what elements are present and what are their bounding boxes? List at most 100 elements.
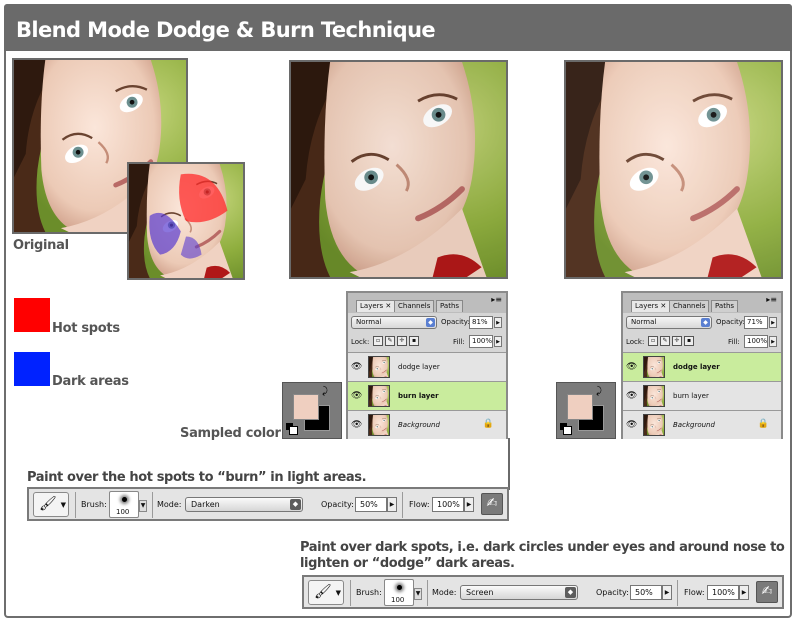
tab-layers[interactable]: Layers ✕ — [356, 300, 396, 312]
dark-areas-label: Dark areas — [52, 374, 129, 389]
burn-instruction: Paint over the hot spots to “burn” in li… — [27, 470, 367, 485]
lock-image-icon[interactable]: ✎ — [385, 336, 395, 346]
lock-position-icon[interactable]: ✛ — [397, 336, 407, 346]
page-title: Blend Mode Dodge & Burn Technique — [16, 18, 436, 42]
opacity-slider-toggle[interactable]: ▶ — [662, 585, 672, 600]
eye-icon[interactable]: 👁 — [351, 362, 363, 372]
opacity-field[interactable]: 50% — [630, 585, 662, 600]
layer-row-burn[interactable]: 👁 burn layer — [348, 381, 506, 410]
divider — [677, 580, 678, 606]
tab-layers[interactable]: Layers ✕ — [631, 300, 671, 312]
fill-label: Fill: — [728, 338, 740, 346]
flow-slider-toggle[interactable]: ▶ — [464, 497, 474, 512]
fill-field[interactable]: 100% — [469, 335, 493, 348]
panel-menu-icon[interactable]: ▸≡ — [491, 295, 502, 304]
mode-select[interactable]: Screen ◆ — [460, 585, 578, 600]
brush-size: 100 — [116, 508, 130, 516]
layer-name: burn layer — [673, 392, 709, 400]
fill-slider-toggle[interactable]: ▶ — [494, 336, 502, 347]
airbrush-icon[interactable]: ✍ — [756, 581, 778, 603]
default-colors-icon[interactable] — [560, 423, 572, 435]
dodge-result-photo — [564, 60, 783, 279]
foreground-color-swatch[interactable] — [567, 394, 593, 420]
layer-thumbnail — [643, 385, 665, 407]
lock-image-icon[interactable]: ✎ — [660, 336, 670, 346]
mode-select[interactable]: Darken ◆ — [185, 497, 303, 512]
swap-colors-icon[interactable]: ⤸ — [322, 386, 328, 397]
tab-paths[interactable]: Paths — [711, 300, 739, 312]
tab-channels[interactable]: Channels — [394, 300, 435, 312]
opacity-slider-toggle[interactable]: ▶ — [494, 317, 502, 328]
burn-result-photo — [289, 60, 508, 279]
swap-colors-icon[interactable]: ⤸ — [596, 386, 602, 397]
lock-transparency-icon[interactable]: ▫ — [373, 336, 383, 346]
flow-field[interactable]: 100% — [707, 585, 739, 600]
layer-row-dodge[interactable]: 👁 dodge layer — [348, 352, 506, 381]
brush-picker[interactable]: 100 ▼ — [384, 579, 422, 606]
opacity-field[interactable]: 71% — [744, 316, 768, 329]
lock-position-icon[interactable]: ✛ — [672, 336, 682, 346]
eye-icon[interactable]: 👁 — [626, 420, 638, 430]
divider — [402, 492, 403, 518]
blend-mode-select[interactable]: Normal ◆ — [351, 316, 437, 329]
brush-tip-icon — [122, 497, 127, 502]
lock-transparency-icon[interactable]: ▫ — [648, 336, 658, 346]
opacity-label: Opacity: — [596, 588, 629, 597]
eye-icon[interactable]: 👁 — [626, 391, 638, 401]
panel-tabs: Layers ✕ Channels Paths ▸≡ — [623, 293, 781, 313]
layer-name: Background — [398, 421, 440, 429]
brush-label: Brush: — [356, 588, 382, 597]
opacity-field[interactable]: 50% — [355, 497, 387, 512]
panel-menu-icon[interactable]: ▸≡ — [766, 295, 777, 304]
eye-icon[interactable]: 👁 — [351, 420, 363, 430]
mode-label: Mode: — [432, 588, 457, 597]
chevron-down-icon: ◆ — [290, 499, 301, 510]
blend-mode-select[interactable]: Normal ◆ — [626, 316, 712, 329]
fill-field[interactable]: 100% — [744, 335, 768, 348]
caption-sampled-color: Sampled color — [180, 426, 281, 441]
dodge-instruction-line-2: lighten or “dodge” dark areas. — [300, 556, 515, 571]
layer-row-background[interactable]: 👁 Background 🔒 — [623, 410, 781, 439]
flow-slider-toggle[interactable]: ▶ — [739, 585, 749, 600]
layer-row-background[interactable]: 👁 Background 🔒 — [348, 410, 506, 439]
airbrush-icon[interactable]: ✍ — [481, 493, 503, 515]
eye-icon[interactable]: 👁 — [626, 362, 638, 372]
opacity-slider-toggle[interactable]: ▶ — [769, 317, 777, 328]
title-bar: Blend Mode Dodge & Burn Technique — [4, 4, 792, 51]
eye-icon[interactable]: 👁 — [351, 391, 363, 401]
layer-thumbnail — [643, 356, 665, 378]
brush-picker[interactable]: 100 ▼ — [109, 491, 147, 518]
tab-paths[interactable]: Paths — [436, 300, 464, 312]
default-colors-icon[interactable] — [286, 423, 298, 435]
burn-tool-options-bar: 🖌 ▼ Brush: 100 ▼ Mode: Darken ◆ Opacity: 50… — [27, 487, 509, 521]
lock-all-icon[interactable]: ▪ — [409, 336, 419, 346]
fill-label: Fill: — [453, 338, 465, 346]
layer-name: Background — [673, 421, 715, 429]
dark-areas-swatch — [14, 352, 50, 386]
panel-tabs: Layers ✕ Channels Paths ▸≡ — [348, 293, 506, 313]
caption-original: Original — [13, 238, 69, 253]
layer-name: dodge layer — [398, 363, 440, 371]
foreground-color-swatch-top[interactable] — [293, 394, 319, 420]
layer-row-burn[interactable]: 👁 burn layer — [623, 381, 781, 410]
flow-field[interactable]: 100% — [432, 497, 464, 512]
brush-icon: 🖌 — [39, 496, 57, 512]
color-picker-2[interactable]: ⤸ — [556, 382, 616, 439]
tab-channels[interactable]: Channels — [669, 300, 710, 312]
lock-all-icon[interactable]: ▪ — [684, 336, 694, 346]
opacity-slider-toggle[interactable]: ▶ — [387, 497, 397, 512]
divider — [427, 580, 428, 606]
lock-icon: 🔒 — [482, 419, 494, 429]
tool-preset-picker[interactable]: 🖌 ▼ — [33, 492, 69, 517]
layer-row-dodge[interactable]: 👁 dodge layer — [623, 352, 781, 381]
opacity-label: Opacity: — [321, 500, 354, 509]
layer-name: burn layer — [398, 392, 439, 400]
lock-label: Lock: — [626, 338, 645, 346]
fill-slider-toggle[interactable]: ▶ — [769, 336, 777, 347]
opacity-field[interactable]: 81% — [469, 316, 493, 329]
layer-thumbnail — [643, 414, 665, 436]
color-picker-1[interactable]: ⤸ — [282, 382, 342, 439]
tool-preset-picker[interactable]: 🖌 ▼ — [308, 580, 344, 605]
layer-thumbnail — [368, 356, 390, 378]
chevron-down-icon: ▼ — [335, 589, 341, 597]
